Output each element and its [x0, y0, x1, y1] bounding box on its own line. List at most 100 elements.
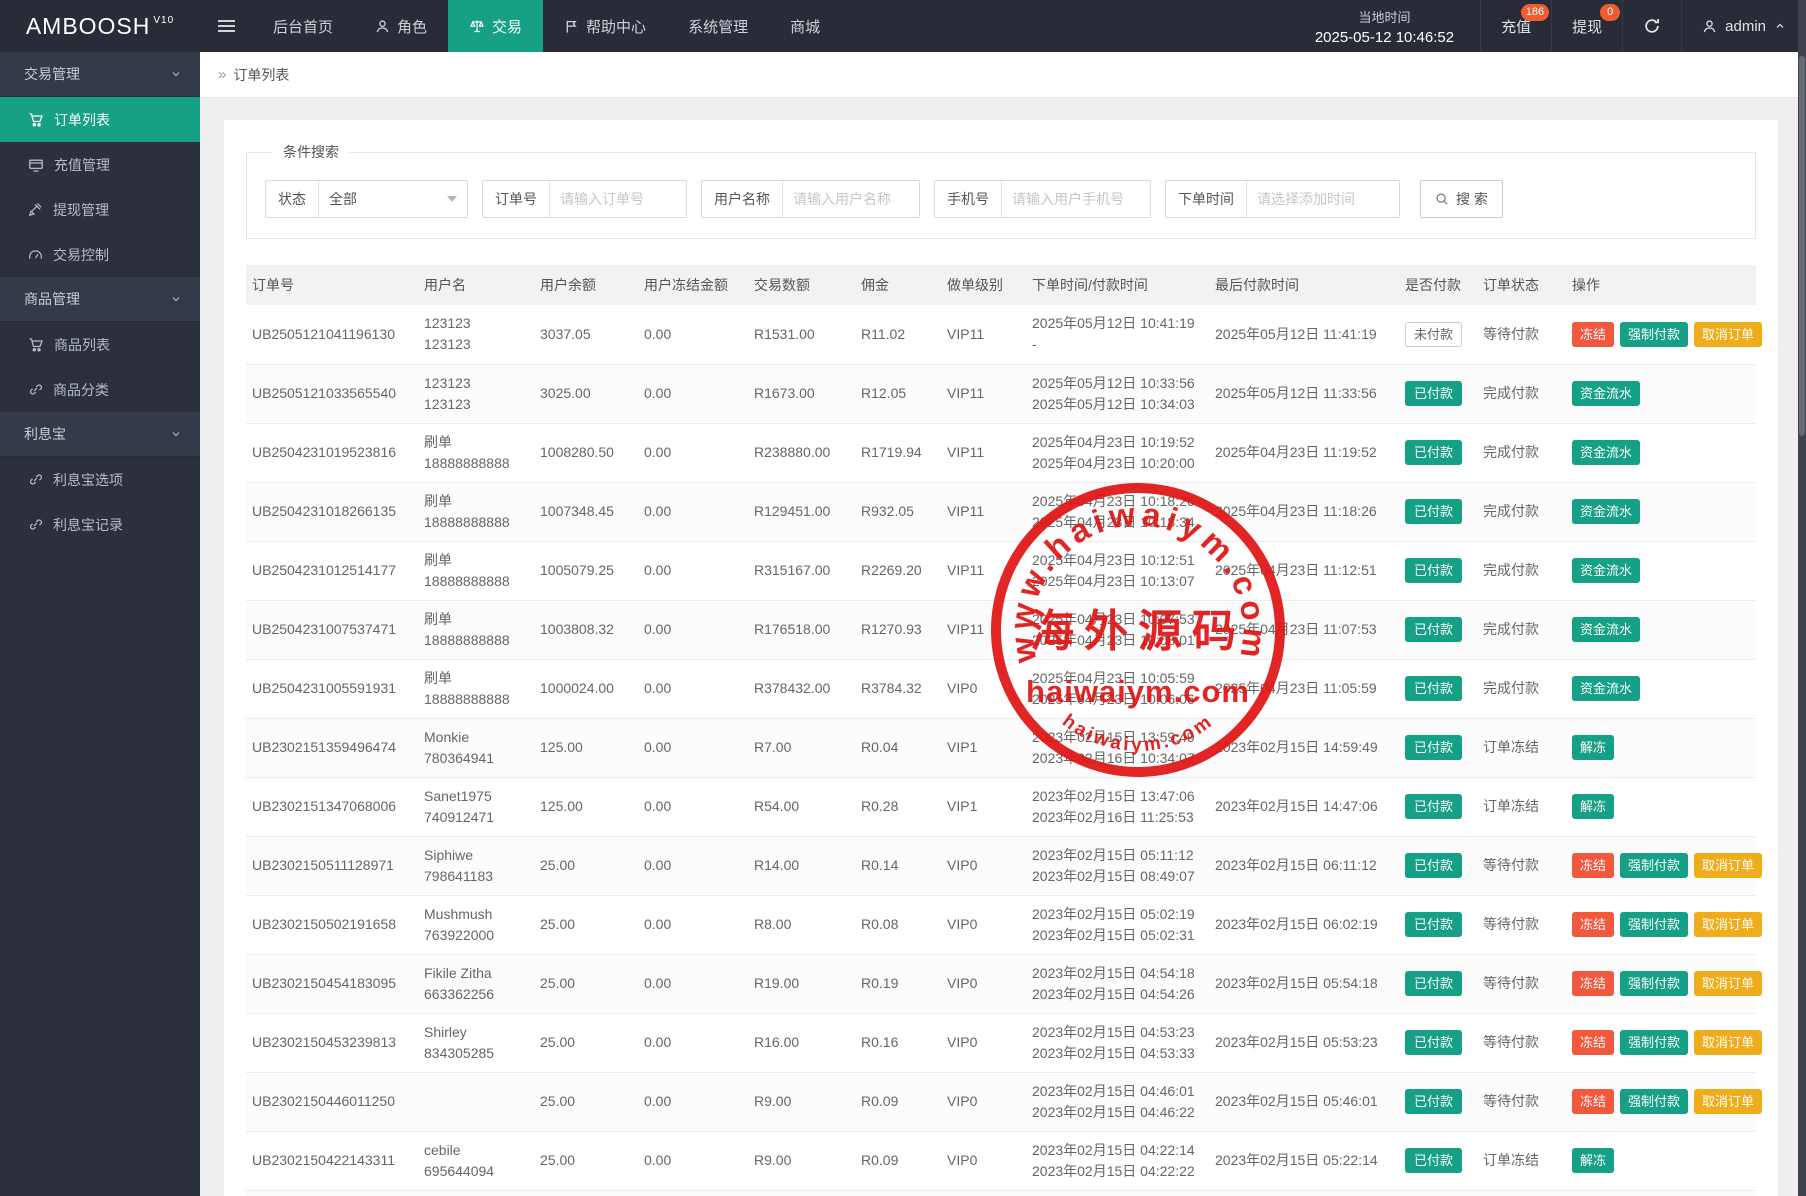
- sidebar-item-label: 订单列表: [54, 110, 110, 130]
- paid-status-badge[interactable]: 已付款: [1405, 912, 1462, 937]
- paid-status-badge[interactable]: 已付款: [1405, 1148, 1462, 1173]
- paid-status-badge[interactable]: 已付款: [1405, 794, 1462, 819]
- cell-frozen: 0.00: [638, 895, 748, 954]
- vertical-scrollbar[interactable]: [1798, 0, 1806, 1196]
- page-title: 订单列表: [233, 65, 289, 85]
- refresh-button[interactable]: [1622, 0, 1681, 52]
- freeze-button[interactable]: 冻结: [1572, 912, 1614, 937]
- fund-flow-button[interactable]: 资金流水: [1572, 676, 1640, 701]
- nav-home[interactable]: 后台首页: [252, 0, 354, 52]
- cell-last-pay-time: 2025年04月23日 11:05:59: [1209, 659, 1399, 718]
- fund-flow-button[interactable]: 资金流水: [1572, 440, 1640, 465]
- sidebar-item-lixibao-options[interactable]: 利息宝选项: [0, 457, 200, 502]
- sidebar-item-recharge-manage[interactable]: 充值管理: [0, 142, 200, 187]
- scrollbar-thumb[interactable]: [1799, 56, 1805, 436]
- recharge-menu-item[interactable]: 充值 186: [1480, 0, 1551, 52]
- cell-commission: R932.05: [855, 482, 941, 541]
- user-menu[interactable]: admin: [1681, 0, 1806, 52]
- cell-order-no: UB2302150454183095: [246, 954, 418, 1013]
- force-pay-button[interactable]: 强制付款: [1620, 971, 1688, 996]
- phone-input[interactable]: [1002, 181, 1150, 217]
- cell-order-time: 2023年02月15日 04:46:012023年02月15日 04:46:22: [1026, 1072, 1209, 1131]
- refresh-icon: [1643, 17, 1661, 35]
- order-no-input[interactable]: [550, 181, 686, 217]
- nav-help-center[interactable]: 帮助中心: [543, 0, 667, 52]
- sidebar-group-goods[interactable]: 商品管理: [0, 277, 200, 322]
- cancel-order-button[interactable]: 取消订单: [1694, 1030, 1762, 1055]
- cell-last-pay-time: 2025年04月23日 11:07:53: [1209, 600, 1399, 659]
- freeze-button[interactable]: 冻结: [1572, 1089, 1614, 1114]
- table-row: UB2302150247579594Cabangani25.000.00R24.…: [246, 1190, 1756, 1196]
- username-input[interactable]: [783, 181, 919, 217]
- cell-last-pay-time: 2023年02月15日 06:11:12: [1209, 836, 1399, 895]
- freeze-button[interactable]: 冻结: [1572, 853, 1614, 878]
- paid-status-badge[interactable]: 已付款: [1405, 558, 1462, 583]
- freeze-button[interactable]: 冻结: [1572, 1030, 1614, 1055]
- cell-amount: R14.00: [748, 836, 855, 895]
- fund-flow-button[interactable]: 资金流水: [1572, 381, 1640, 406]
- paid-status-badge[interactable]: 已付款: [1405, 381, 1462, 406]
- cell-actions: 冻结强制付款取消订单: [1566, 1072, 1756, 1131]
- unfreeze-button[interactable]: 解冻: [1572, 1148, 1614, 1173]
- cancel-order-button[interactable]: 取消订单: [1694, 912, 1762, 937]
- paid-status-badge[interactable]: 已付款: [1405, 853, 1462, 878]
- paid-status-badge[interactable]: 已付款: [1405, 735, 1462, 760]
- status-selected-value: 全部: [329, 189, 357, 209]
- cancel-order-button[interactable]: 取消订单: [1694, 971, 1762, 996]
- order-time-input[interactable]: [1247, 181, 1399, 217]
- cell-order-no: UB2302151347068006: [246, 777, 418, 836]
- force-pay-button[interactable]: 强制付款: [1620, 1030, 1688, 1055]
- paid-status-badge[interactable]: 已付款: [1405, 440, 1462, 465]
- nav-trade[interactable]: 交易: [448, 0, 543, 52]
- fund-flow-button[interactable]: 资金流水: [1572, 558, 1640, 583]
- unfreeze-button[interactable]: 解冻: [1572, 735, 1614, 760]
- cancel-order-button[interactable]: 取消订单: [1694, 322, 1762, 347]
- sidebar-item-goods-list[interactable]: 商品列表: [0, 322, 200, 367]
- paid-status-badge[interactable]: 已付款: [1405, 971, 1462, 996]
- cell-order-time: 2025年05月12日 10:41:19-: [1026, 305, 1209, 364]
- search-button[interactable]: 搜 索: [1420, 180, 1503, 218]
- cell-commission: R1719.94: [855, 423, 941, 482]
- nav-system[interactable]: 系统管理: [667, 0, 769, 52]
- cell-order-time: 2023年02月15日 13:47:062023年02月16日 11:25:53: [1026, 777, 1209, 836]
- table-row: UB2302150511128971Siphiwe79864118325.000…: [246, 836, 1756, 895]
- sidebar-item-order-list[interactable]: 订单列表: [0, 97, 200, 142]
- paid-status-badge[interactable]: 已付款: [1405, 1030, 1462, 1055]
- sidebar-item-withdraw-manage[interactable]: 提现管理: [0, 187, 200, 232]
- unfreeze-button[interactable]: 解冻: [1572, 794, 1614, 819]
- sidebar-item-lixibao-records[interactable]: 利息宝记录: [0, 502, 200, 547]
- cancel-order-button[interactable]: 取消订单: [1694, 853, 1762, 878]
- paid-status-badge[interactable]: 已付款: [1405, 1089, 1462, 1114]
- person-icon: [375, 19, 390, 34]
- cell-actions: 资金流水: [1566, 600, 1756, 659]
- cell-balance: 125.00: [534, 777, 638, 836]
- local-time-block: 当地时间 2025-05-12 10:46:52: [1289, 0, 1480, 52]
- paid-status-badge[interactable]: 已付款: [1405, 676, 1462, 701]
- nav-roles[interactable]: 角色: [354, 0, 448, 52]
- fund-flow-button[interactable]: 资金流水: [1572, 617, 1640, 642]
- force-pay-button[interactable]: 强制付款: [1620, 853, 1688, 878]
- table-row: UB2504231018266135刷单188888888881007348.4…: [246, 482, 1756, 541]
- status-select[interactable]: 全部: [319, 181, 467, 217]
- paid-status-badge[interactable]: 已付款: [1405, 617, 1462, 642]
- freeze-button[interactable]: 冻结: [1572, 322, 1614, 347]
- paid-status-badge[interactable]: 未付款: [1405, 322, 1462, 347]
- force-pay-button[interactable]: 强制付款: [1620, 1089, 1688, 1114]
- sidebar-group-lixibao[interactable]: 利息宝: [0, 412, 200, 457]
- paid-status-badge[interactable]: 已付款: [1405, 499, 1462, 524]
- menu-toggle-button[interactable]: [200, 0, 252, 52]
- withdraw-menu-item[interactable]: 提现 0: [1551, 0, 1622, 52]
- caret-down-icon: [447, 196, 457, 202]
- table-row: UB2504231005591931刷单188888888881000024.0…: [246, 659, 1756, 718]
- sidebar-item-goods-category[interactable]: 商品分类: [0, 367, 200, 412]
- nav-mall[interactable]: 商城: [769, 0, 841, 52]
- cell-balance: 25.00: [534, 1190, 638, 1196]
- sidebar-item-trade-control[interactable]: 交易控制: [0, 232, 200, 277]
- fund-flow-button[interactable]: 资金流水: [1572, 499, 1640, 524]
- cancel-order-button[interactable]: 取消订单: [1694, 1089, 1762, 1114]
- force-pay-button[interactable]: 强制付款: [1620, 912, 1688, 937]
- cell-amount: R176518.00: [748, 600, 855, 659]
- freeze-button[interactable]: 冻结: [1572, 971, 1614, 996]
- sidebar-group-trade[interactable]: 交易管理: [0, 52, 200, 97]
- force-pay-button[interactable]: 强制付款: [1620, 322, 1688, 347]
